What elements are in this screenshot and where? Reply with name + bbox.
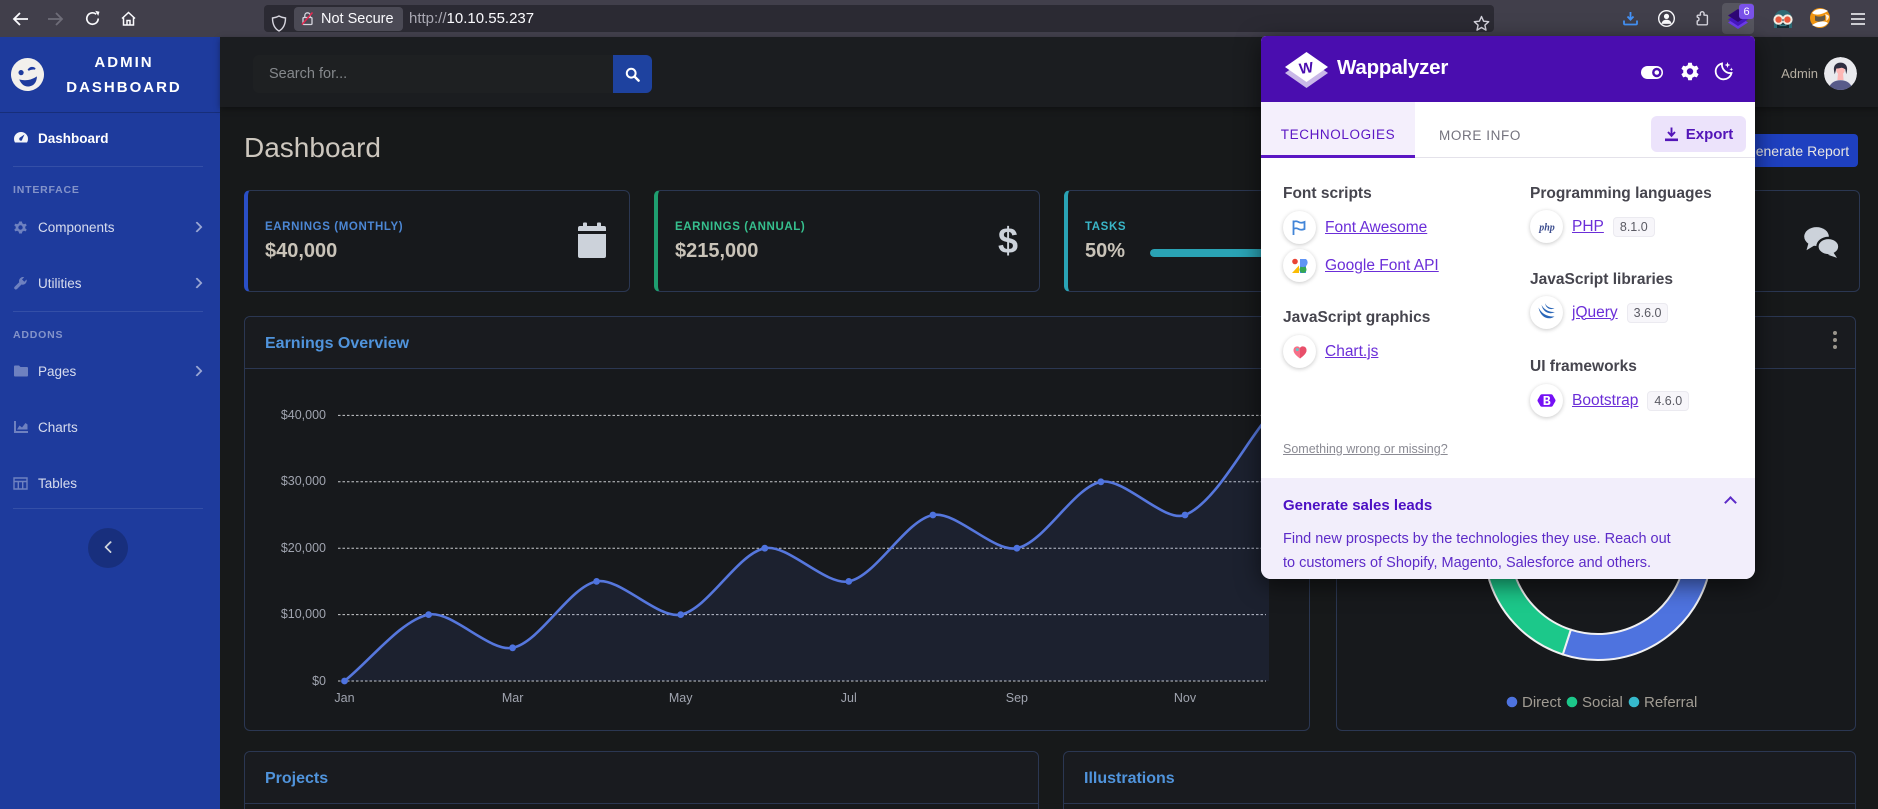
svg-text:Direct: Direct	[1522, 694, 1562, 711]
svg-text:Jan: Jan	[334, 691, 354, 705]
svg-text:Jul: Jul	[841, 691, 857, 705]
svg-text:Nov: Nov	[1174, 691, 1197, 705]
svg-text:$: $	[998, 222, 1018, 261]
svg-text:Social: Social	[1582, 694, 1623, 711]
svg-text:$20,000: $20,000	[281, 541, 326, 555]
svg-text:$30,000: $30,000	[281, 474, 326, 488]
svg-text:$0: $0	[312, 674, 326, 688]
svg-text:$40,000: $40,000	[281, 408, 326, 422]
svg-text:Sep: Sep	[1006, 691, 1028, 705]
svg-text:May: May	[669, 691, 693, 705]
svg-text:Referral: Referral	[1644, 694, 1697, 711]
svg-text:Mar: Mar	[502, 691, 524, 705]
svg-text:$10,000: $10,000	[281, 607, 326, 621]
svg-text:php: php	[1538, 223, 1555, 234]
